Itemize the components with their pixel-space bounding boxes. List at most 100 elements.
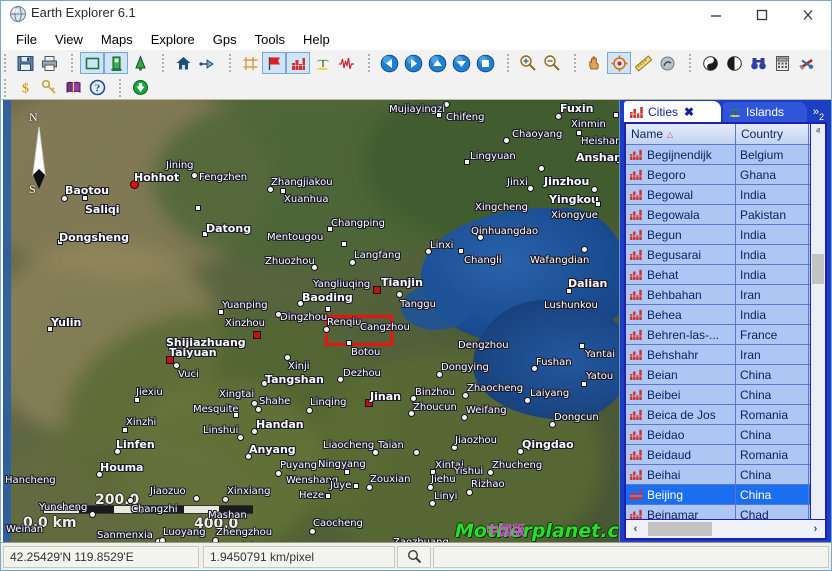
places-flag-button[interactable] — [262, 52, 286, 74]
table-row[interactable]: Begowal India — [626, 185, 825, 205]
map-viewport[interactable]: N S 0.0 km 200.0 400.0 Motherplanet.c 中国… — [3, 100, 620, 544]
scroll-down-button[interactable]: ⱟ — [811, 504, 825, 519]
city-marker[interactable] — [581, 381, 587, 387]
contrast-button[interactable] — [722, 52, 746, 74]
toolbar-grip[interactable] — [574, 54, 579, 72]
table-row[interactable]: Beijing China — [626, 485, 825, 505]
city-marker[interactable] — [261, 380, 268, 387]
city-marker[interactable] — [344, 469, 350, 475]
city-marker[interactable] — [275, 470, 282, 477]
city-marker[interactable] — [284, 354, 291, 361]
city-marker[interactable] — [323, 326, 330, 333]
city-marker[interactable] — [581, 246, 588, 253]
city-marker[interactable] — [325, 306, 331, 312]
list-horizontal-scrollbar[interactable]: ‹ › — [626, 519, 825, 538]
table-row[interactable]: Begun India — [626, 225, 825, 245]
menu-file[interactable]: File — [7, 30, 46, 49]
pan-down-button[interactable] — [449, 52, 473, 74]
city-marker[interactable] — [57, 239, 63, 245]
table-row[interactable]: Beidao China — [626, 425, 825, 445]
center-target-tool-button[interactable] — [607, 52, 631, 74]
manual-button[interactable] — [61, 77, 85, 99]
pan-up-button[interactable] — [425, 52, 449, 74]
city-marker[interactable] — [267, 186, 274, 193]
options-button[interactable] — [794, 52, 818, 74]
city-marker[interactable] — [337, 376, 344, 383]
city-marker[interactable] — [517, 448, 524, 455]
city-marker[interactable] — [202, 231, 208, 237]
column-header-country[interactable]: Country — [736, 124, 809, 145]
path-tool-button[interactable] — [655, 52, 679, 74]
table-row[interactable]: Beibei China — [626, 385, 825, 405]
scroll-up-button[interactable]: ⱏ — [811, 124, 825, 139]
city-marker[interactable] — [427, 484, 434, 491]
city-marker[interactable] — [436, 112, 442, 118]
city-marker[interactable] — [222, 496, 229, 503]
city-marker[interactable] — [466, 489, 473, 496]
city-marker[interactable] — [47, 326, 53, 332]
city-marker[interactable] — [280, 188, 286, 194]
city-marker[interactable] — [425, 248, 432, 255]
scroll-left-button[interactable]: ‹ — [627, 521, 644, 537]
city-marker[interactable] — [325, 493, 331, 499]
city-marker[interactable] — [449, 476, 456, 483]
city-marker[interactable] — [461, 414, 468, 421]
table-row[interactable]: Behbahan Iran — [626, 285, 825, 305]
city-marker[interactable] — [366, 484, 373, 491]
cities-button[interactable] — [286, 52, 310, 74]
city-marker[interactable] — [275, 311, 282, 318]
minimize-button[interactable] — [693, 1, 739, 28]
table-row[interactable]: Begusarai India — [626, 245, 825, 265]
city-marker[interactable] — [122, 427, 128, 433]
toolbar-grip[interactable] — [162, 54, 167, 72]
pan-right-button[interactable] — [401, 52, 425, 74]
city-marker[interactable] — [443, 101, 450, 108]
city-marker[interactable] — [365, 399, 373, 407]
city-marker[interactable] — [576, 130, 582, 136]
list-vertical-scrollbar[interactable]: ⱏ ⱟ — [810, 124, 825, 519]
column-header-name[interactable]: Name △ — [626, 124, 736, 145]
menu-view[interactable]: View — [46, 30, 92, 49]
city-marker[interactable] — [233, 412, 239, 418]
pan-tool-button[interactable] — [583, 52, 607, 74]
table-row[interactable]: Behea India — [626, 305, 825, 325]
city-marker[interactable] — [114, 448, 121, 455]
select-rectangle-button[interactable] — [80, 52, 104, 74]
city-marker[interactable] — [309, 528, 316, 535]
city-marker[interactable] — [458, 248, 464, 254]
city-marker[interactable] — [353, 483, 359, 489]
city-marker[interactable] — [555, 113, 562, 120]
print-button[interactable] — [37, 52, 61, 74]
table-row[interactable]: Begowala Pakistan — [626, 205, 825, 225]
city-marker[interactable] — [245, 453, 252, 460]
city-marker[interactable] — [413, 449, 420, 456]
menu-gps[interactable]: Gps — [204, 30, 246, 49]
satellite-map[interactable]: N S 0.0 km 200.0 400.0 Motherplanet.c 中国… — [3, 100, 619, 544]
toolbar-grip[interactable] — [368, 54, 373, 72]
tab-overflow-button[interactable]: » 2 — [808, 102, 829, 122]
city-marker[interactable] — [372, 449, 379, 456]
toolbar-grip[interactable] — [4, 79, 9, 97]
city-marker[interactable] — [595, 201, 601, 207]
menu-tools[interactable]: Tools — [246, 30, 294, 49]
close-button[interactable] — [785, 1, 831, 28]
city-marker[interactable] — [503, 137, 510, 144]
vertical-scroll-thumb[interactable] — [812, 254, 824, 284]
city-marker[interactable] — [127, 497, 134, 504]
city-marker[interactable] — [531, 365, 538, 372]
city-marker[interactable] — [237, 434, 244, 441]
zoom-out-button[interactable] — [540, 52, 564, 74]
city-marker[interactable] — [591, 186, 598, 193]
city-marker[interactable] — [89, 511, 96, 518]
city-marker[interactable] — [462, 392, 469, 399]
toolbar-grip[interactable] — [689, 54, 694, 72]
city-marker[interactable] — [253, 331, 261, 339]
measure-tool-button[interactable] — [631, 52, 655, 74]
city-marker[interactable] — [134, 397, 140, 403]
toolbar-grip[interactable] — [507, 54, 512, 72]
help-button[interactable]: ? — [85, 77, 109, 99]
table-row[interactable]: Behat India — [626, 265, 825, 285]
earthquakes-button[interactable] — [334, 52, 358, 74]
table-row[interactable]: Behren-las-... France — [626, 325, 825, 345]
city-marker[interactable] — [251, 428, 258, 435]
